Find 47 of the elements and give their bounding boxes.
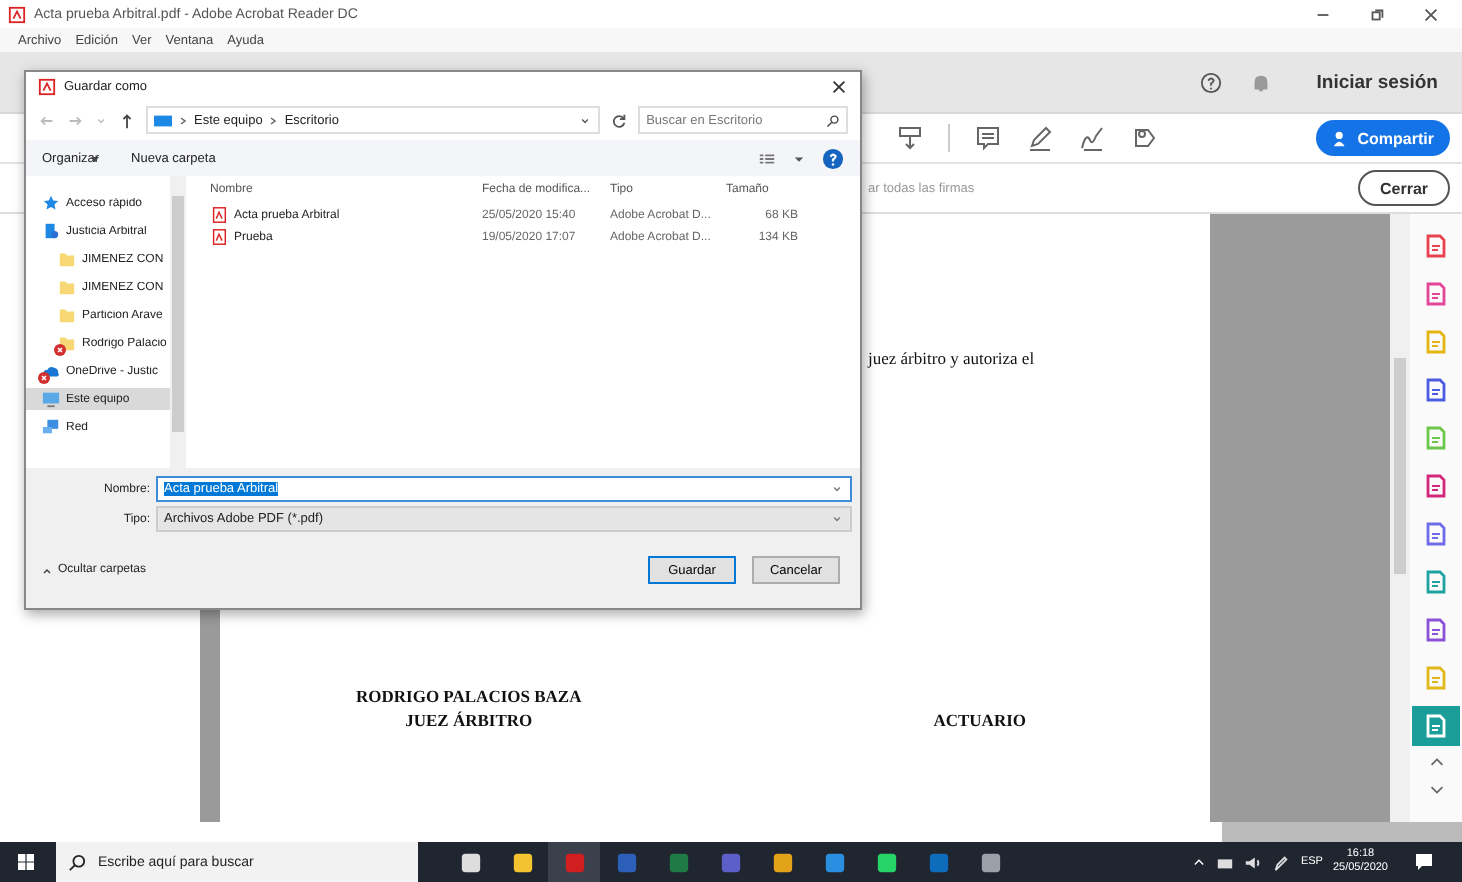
tool-button[interactable] xyxy=(1412,706,1460,746)
monitor-icon xyxy=(42,390,60,408)
user-file-icon xyxy=(42,222,60,240)
up-arrow-icon[interactable] xyxy=(118,111,136,129)
notification-icon[interactable] xyxy=(1414,852,1434,872)
help-icon[interactable] xyxy=(1200,71,1223,93)
comment-icon[interactable] xyxy=(974,124,1002,152)
pdf-icon xyxy=(8,5,26,23)
signer-role: ACTUARIO xyxy=(933,710,1026,730)
pdf-icon xyxy=(210,206,228,224)
search-icon xyxy=(826,113,840,127)
close-icon[interactable] xyxy=(1422,5,1440,23)
dropdown-icon[interactable] xyxy=(830,482,844,496)
chevron-up-icon xyxy=(42,565,52,575)
pen-icon[interactable] xyxy=(1026,124,1054,152)
help-icon[interactable] xyxy=(822,147,844,169)
sign-in-button[interactable]: Iniciar sesión xyxy=(1300,71,1438,93)
share-button[interactable]: Compartir xyxy=(1315,120,1450,156)
dropdown-icon[interactable] xyxy=(578,113,593,127)
view-icon[interactable] xyxy=(758,149,776,167)
sign-icon[interactable] xyxy=(1078,124,1106,152)
pdf-icon xyxy=(38,77,56,95)
scrollbar[interactable] xyxy=(170,176,186,468)
document-text: juez árbitro y autoriza el xyxy=(868,348,1035,368)
signer-role: JUEZ ÁRBITRO xyxy=(405,710,533,730)
chevron-right-icon xyxy=(268,115,279,125)
star-icon xyxy=(42,194,60,212)
pdf-icon xyxy=(210,228,228,246)
search-icon xyxy=(68,853,86,871)
scrollbar[interactable] xyxy=(1390,214,1410,822)
windows-start-icon[interactable] xyxy=(16,852,36,872)
speaker-icon[interactable] xyxy=(1244,853,1263,871)
refresh-icon[interactable] xyxy=(610,111,629,129)
close-button[interactable]: Cerrar xyxy=(1357,170,1450,206)
download-icon[interactable] xyxy=(896,124,924,152)
person-icon xyxy=(1331,129,1350,147)
scrollbar-thumb[interactable] xyxy=(1222,822,1462,842)
network-icon xyxy=(42,418,60,436)
close-icon[interactable] xyxy=(830,77,848,95)
chevron-up-icon[interactable] xyxy=(1192,855,1207,869)
monitor-icon xyxy=(154,111,172,129)
network-icon[interactable] xyxy=(1216,853,1235,871)
dropdown-icon xyxy=(830,512,844,526)
caret-icon xyxy=(89,153,100,163)
chevron-right-icon xyxy=(178,115,188,125)
restore-icon[interactable] xyxy=(1368,5,1386,23)
signer-name: RODRIGO PALACIOS BAZA xyxy=(356,686,582,706)
